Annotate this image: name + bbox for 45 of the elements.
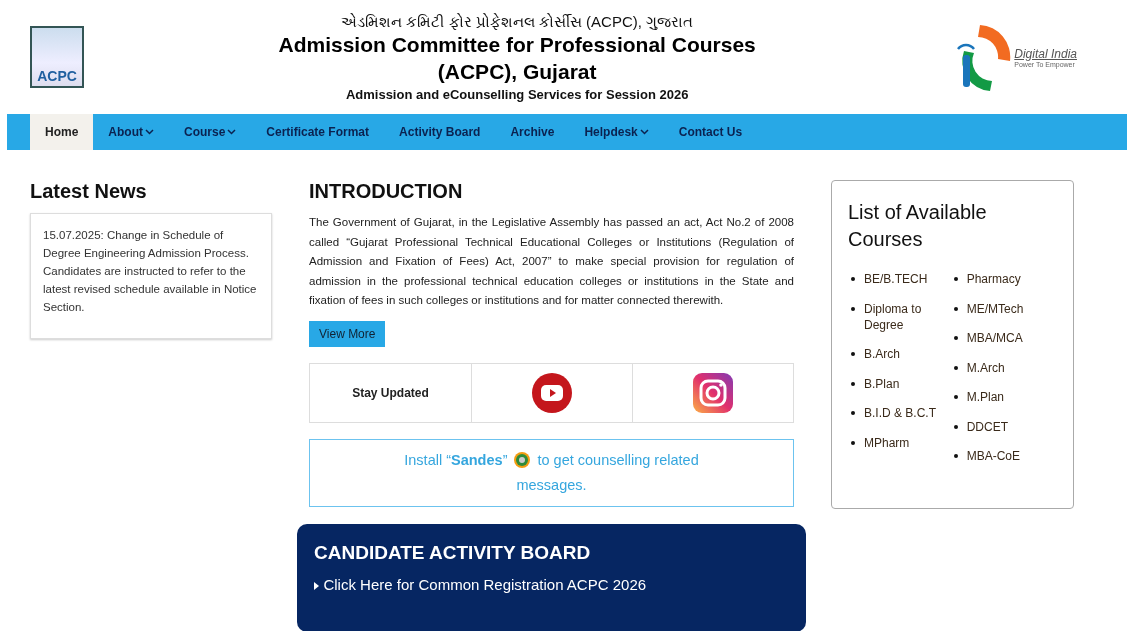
bullet-triangle-icon <box>314 581 319 590</box>
caret-icon <box>145 129 154 135</box>
sandes-text: messages. <box>516 475 587 495</box>
course-item[interactable]: MPharm <box>851 434 945 451</box>
nav-link[interactable]: Activity Board <box>384 114 496 150</box>
header-subtitle: Admission and eCounselling Services for Session 2026 <box>345 86 689 102</box>
course-item[interactable]: B.Plan <box>851 375 945 392</box>
nav-link[interactable]: Course <box>169 114 252 150</box>
instagram-icon[interactable] <box>693 372 733 413</box>
section-title: INTRODUCTION <box>309 180 464 203</box>
activity-board-title: CANDIDATE ACTIVITY BOARD <box>314 541 592 564</box>
activity-board-link[interactable]: Click Here for Common Registration ACPC 2026 <box>323 575 647 593</box>
course-item[interactable]: DDCET <box>953 418 1057 435</box>
course-item[interactable]: M.Plan <box>953 389 1057 405</box>
course-item[interactable]: MBA-CoE <box>953 448 1057 464</box>
intro-paragraph: The Government of Gujarat, in the Legislative Assembly has passed an act, Act No.2 of 2008 called “Gujarat Professional Technical Educational Colleges or Institutions (Regulation of Admission and Fixation of Fees) Act, 2007” to make special provision for regulation of admission in the professional technical education colleges or institutions in the State and fixation of fees in such colleges or institutions and for matter connected therewith. <box>309 215 794 308</box>
digital-india-name: Digital India <box>1014 46 1077 61</box>
nav-link[interactable]: About <box>93 114 169 150</box>
section-title: Latest News <box>30 180 148 203</box>
nav-link[interactable]: Home <box>30 114 94 150</box>
caret-icon <box>639 129 649 135</box>
course-item[interactable]: Diploma to Degree <box>851 300 945 333</box>
course-item[interactable]: M.Arch <box>953 359 1057 376</box>
caret-icon <box>227 129 237 135</box>
sandes-app-icon <box>513 451 532 469</box>
sandes-text: to get counselling related <box>537 450 699 470</box>
acpc-logo: ACPC <box>30 26 84 88</box>
course-item[interactable]: B.Arch <box>851 346 945 362</box>
view-more-button[interactable]: View More <box>309 320 386 347</box>
nav-link[interactable]: Contact Us <box>663 114 758 150</box>
news-item: 15.07.2025: Change in Schedule of Degree Engineering Admission Process. Candidates are instructed to refer to the latest revised schedule available in Notice Section. <box>43 228 258 315</box>
header-title: Admission Committee for Professional Courses (ACPC), Gujarat <box>277 31 757 85</box>
course-item[interactable]: MBA/MCA <box>953 330 1057 346</box>
nav-link[interactable]: Archive <box>495 114 570 150</box>
course-item[interactable]: B.I.D & B.C.T <box>851 405 945 421</box>
sandes-text: Install “Sandes” <box>404 450 508 470</box>
youtube-icon[interactable] <box>532 372 572 413</box>
header-title-gujarati: એડમિશન કમિટી ફોર પ્રોફેશનલ કોર્સીસ (ACPC), ગુજરાત <box>341 12 694 31</box>
courses-title: List of Available Courses <box>848 200 988 252</box>
stay-updated-label: Stay Updated <box>352 385 429 400</box>
course-item[interactable]: Pharmacy <box>953 271 1057 287</box>
nav-link[interactable]: Certificate Format <box>251 114 385 150</box>
nav-link[interactable]: Helpdesk <box>569 114 664 150</box>
course-item[interactable]: ME/MTech <box>953 300 1057 317</box>
course-item[interactable]: BE/B.TECH <box>851 271 945 287</box>
